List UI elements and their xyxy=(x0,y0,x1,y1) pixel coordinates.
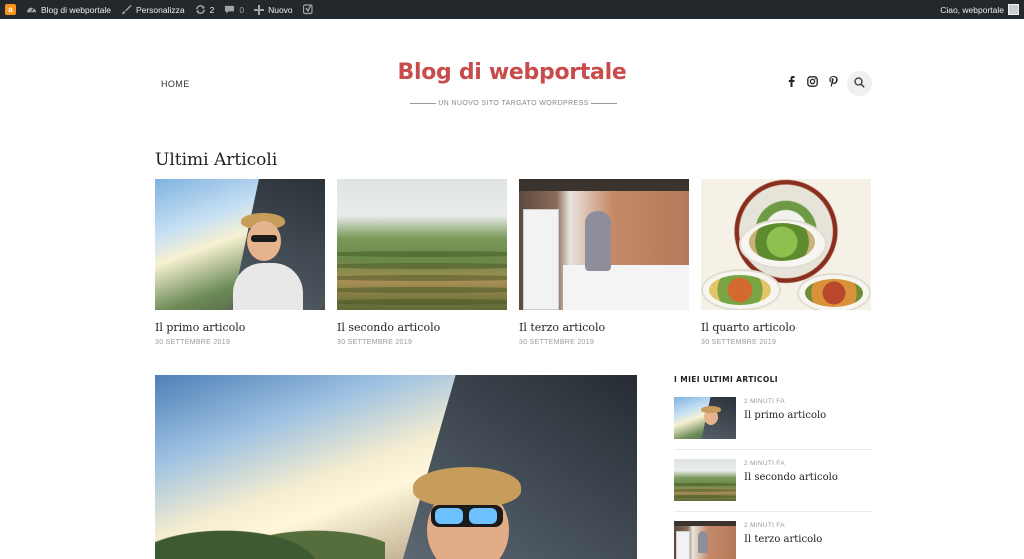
facebook-icon[interactable] xyxy=(786,76,797,87)
tagline-row: UN NUOVO SITO TARGATO WORDPRESS xyxy=(410,100,617,107)
recent-posts-widget: I MIEI ULTIMI ARTICOLI 2 MINUTI FA Il pr… xyxy=(674,375,872,559)
widget-divider xyxy=(674,449,872,450)
widget-title: I MIEI ULTIMI ARTICOLI xyxy=(674,375,778,384)
social-links xyxy=(786,76,839,87)
updates-link[interactable]: 2 xyxy=(190,0,220,19)
yoast-seo-button[interactable] xyxy=(298,0,318,19)
new-content-link[interactable]: Nuovo xyxy=(249,0,298,19)
post-card[interactable]: Il terzo articolo 30 SETTEMBRE 2019 xyxy=(519,179,689,346)
greeting-label: Ciao, webportale xyxy=(940,4,1004,15)
post-thumbnail[interactable] xyxy=(701,179,871,310)
plus-icon xyxy=(254,4,265,15)
widget-post-item[interactable]: 2 MINUTI FA Il terzo articolo xyxy=(674,521,872,559)
brush-icon xyxy=(121,4,132,15)
widget-divider xyxy=(674,511,872,512)
site-name-label: Blog di webportale xyxy=(41,4,111,15)
post-title[interactable]: Il terzo articolo xyxy=(519,321,689,334)
widget-post-time: 2 MINUTI FA xyxy=(744,460,785,467)
post-thumbnail[interactable] xyxy=(155,179,325,310)
widget-post-time: 2 MINUTI FA xyxy=(744,522,785,529)
search-button[interactable] xyxy=(847,71,872,96)
widget-post-title[interactable]: Il secondo articolo xyxy=(744,472,838,483)
widget-post-title[interactable]: Il primo articolo xyxy=(744,410,826,421)
post-date: 30 SETTEMBRE 2019 xyxy=(519,339,595,346)
post-card[interactable]: Il secondo articolo 30 SETTEMBRE 2019 xyxy=(337,179,507,346)
latest-posts-heading: Ultimi Articoli xyxy=(155,150,278,170)
comments-link[interactable]: 0 xyxy=(219,0,249,19)
post-card[interactable]: Il primo articolo 30 SETTEMBRE 2019 xyxy=(155,179,325,346)
post-thumbnail[interactable] xyxy=(337,179,507,310)
search-icon xyxy=(854,75,865,93)
widget-post-item[interactable]: 2 MINUTI FA Il secondo articolo xyxy=(674,459,872,515)
tagline-divider-right xyxy=(590,103,617,104)
comments-count: 0 xyxy=(239,4,245,15)
instagram-icon[interactable] xyxy=(807,76,818,87)
customize-label: Personalizza xyxy=(135,4,185,15)
comment-icon xyxy=(224,4,235,15)
post-card[interactable]: Il quarto articolo 30 SETTEMBRE 2019 xyxy=(701,179,871,346)
wordpress-logo-button[interactable]: a xyxy=(0,0,21,19)
account-menu[interactable]: Ciao, webportale xyxy=(935,0,1024,19)
post-date: 30 SETTEMBRE 2019 xyxy=(337,339,413,346)
new-content-label: Nuovo xyxy=(268,4,293,15)
post-title[interactable]: Il secondo articolo xyxy=(337,321,507,334)
tagline-divider-left xyxy=(410,103,436,104)
updates-count: 2 xyxy=(209,4,215,15)
post-date: 30 SETTEMBRE 2019 xyxy=(155,339,231,346)
widget-post-title[interactable]: Il terzo articolo xyxy=(744,534,822,545)
site-tagline: UN NUOVO SITO TARGATO WORDPRESS xyxy=(438,100,589,107)
widget-post-time: 2 MINUTI FA xyxy=(744,398,785,405)
avatar xyxy=(1008,4,1019,15)
admin-bar: a Blog di webportale Personalizza 2 0 Nu… xyxy=(0,0,1024,19)
post-date: 30 SETTEMBRE 2019 xyxy=(701,339,777,346)
wordpress-logo-icon: a xyxy=(5,4,16,15)
site-name-link[interactable]: Blog di webportale xyxy=(21,0,116,19)
widget-post-thumbnail[interactable] xyxy=(674,521,736,559)
post-title[interactable]: Il quarto articolo xyxy=(701,321,871,334)
widget-post-thumbnail[interactable] xyxy=(674,397,736,439)
widget-post-thumbnail[interactable] xyxy=(674,459,736,501)
featured-post-image[interactable] xyxy=(155,375,637,559)
dashboard-icon xyxy=(26,4,37,15)
customize-link[interactable]: Personalizza xyxy=(116,0,190,19)
post-thumbnail[interactable] xyxy=(519,179,689,310)
widget-post-item[interactable]: 2 MINUTI FA Il primo articolo xyxy=(674,397,872,453)
refresh-icon xyxy=(195,4,206,15)
pinterest-icon[interactable] xyxy=(828,76,839,87)
yoast-icon xyxy=(302,4,313,15)
post-title[interactable]: Il primo articolo xyxy=(155,321,325,334)
